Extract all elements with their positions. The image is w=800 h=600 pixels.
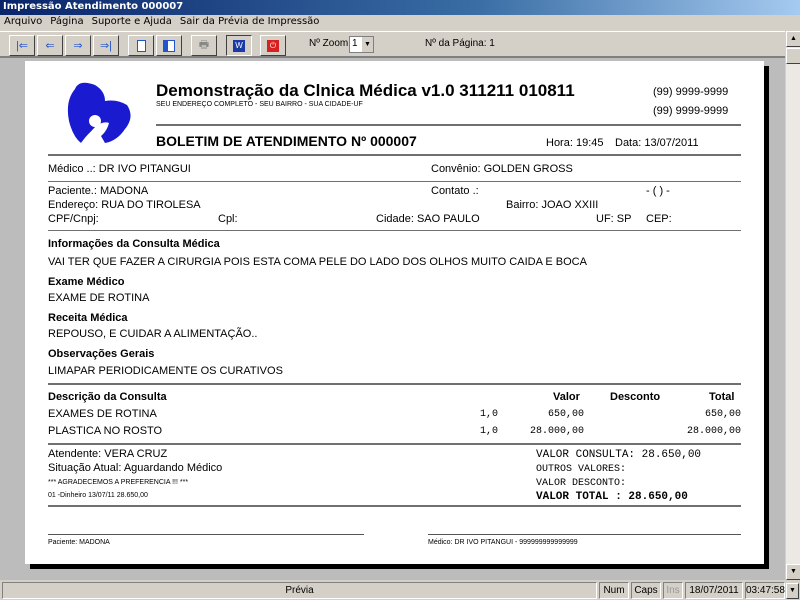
signature-medico: Médico: DR IVO PITANGUI - 99999999999999… [428, 539, 578, 546]
item-qty: 1,0 [480, 409, 499, 420]
hora: Hora: 19:45 [546, 137, 604, 149]
cep: CEP: [646, 213, 672, 225]
zoom-select[interactable]: 1 ▼ [349, 36, 374, 53]
pagamento: 01 -Dinheiro 13/07/11 28.650,00 [48, 492, 148, 499]
menu-sair[interactable]: Sair da Prévia de Impressão [176, 15, 324, 28]
contato-phone: - ( ) - [646, 185, 670, 197]
item-desc: PLASTICA NO ROSTO [48, 425, 163, 437]
item-desc: EXAMES DE ROTINA [48, 408, 157, 420]
single-page-button[interactable] [128, 35, 154, 56]
cpf: CPF/Cnpj: [48, 213, 99, 225]
status-bar: Prévia Num Caps Ins 18/07/2011 03:47:58 … [0, 580, 800, 600]
scroll-up-button[interactable]: ▲ [786, 31, 800, 47]
status-dropdown-button[interactable]: ▼ [786, 583, 799, 599]
data: Data: 13/07/2011 [615, 137, 699, 149]
bairro: Bairro: JOAO XXIII [506, 199, 599, 211]
page-icon [136, 39, 146, 52]
col-valor: Valor [553, 391, 580, 403]
menu-suporte[interactable]: Suporte e Ajuda [88, 15, 176, 28]
zoom-value: 1 [352, 38, 358, 49]
chevron-down-icon: ▼ [789, 587, 796, 594]
item-valor: 28.000,00 [529, 426, 584, 437]
prev-page-button[interactable]: ⇐ [37, 35, 63, 56]
col-desconto: Desconto [610, 391, 661, 403]
info-title: Informações da Consulta Médica [48, 238, 220, 250]
cidade: Cidade: SAO PAULO [376, 213, 480, 225]
vertical-scrollbar[interactable]: ▲ ▼ [785, 31, 800, 580]
close-preview-button[interactable]: ⏻ [260, 35, 286, 56]
last-page-icon: ⇒| [99, 40, 113, 52]
scroll-thumb[interactable] [786, 48, 800, 64]
arrow-up-icon: ▲ [790, 35, 797, 42]
status-caps: Caps [631, 582, 661, 599]
status-main: Prévia [2, 582, 597, 599]
uf: UF: SP [596, 213, 632, 225]
printer-icon: 🖶 [198, 39, 210, 51]
clinic-address: SEU ENDEREÇO COMPLETO - SEU BAIRRO - SUA… [156, 101, 363, 108]
clinic-logo-icon [67, 82, 131, 143]
chevron-down-icon: ▼ [362, 37, 373, 52]
item-valor: 650,00 [547, 409, 584, 420]
two-pages-button[interactable] [156, 35, 182, 56]
two-pages-icon [163, 39, 175, 52]
item-qty: 1,0 [480, 426, 499, 437]
zoom-label: Nº Zoom [309, 38, 349, 49]
arrow-right-icon: ⇒ [73, 40, 83, 52]
phone-1: (99) 9999-9999 [653, 86, 729, 98]
first-page-icon: |⇐ [15, 40, 29, 52]
next-page-button[interactable]: ⇒ [65, 35, 91, 56]
outros-valores: OUTROS VALORES: [536, 464, 627, 475]
status-date: 18/07/2011 [685, 582, 743, 599]
word-export-button[interactable]: W [226, 35, 252, 56]
phone-2: (99) 9999-9999 [653, 105, 729, 117]
endereco: Endereço: RUA DO TIROLESA [48, 199, 201, 211]
receita-title: Receita Médica [48, 312, 128, 324]
page-number: Nº da Página: 1 [425, 38, 495, 49]
last-page-button[interactable]: ⇒| [93, 35, 119, 56]
exame-text: EXAME DE ROTINA [48, 292, 150, 304]
medico: Médico ..: DR IVO PITANGUI [48, 163, 191, 175]
print-button[interactable]: 🖶 [191, 35, 217, 56]
menu-pagina[interactable]: Página [46, 15, 87, 28]
col-descricao: Descrição da Consulta [48, 391, 167, 403]
status-time: 03:47:58 [745, 582, 785, 599]
clinic-name: Demonstração da Clnica Médica v1.0 31121… [156, 81, 575, 100]
info-text: VAI TER QUE FAZER A CIRURGIA POIS ESTA C… [48, 256, 587, 268]
toolbar: |⇐ ⇐ ⇒ ⇒| 🖶 W ⏻ Nº Zoom 1 ▼ Nº da Página:… [0, 31, 785, 57]
agradecimento: *** AGRADECEMOS A PREFERENCIA !!! *** [48, 479, 189, 486]
status-ins: Ins [663, 582, 683, 599]
receita-text: REPOUSO, E CUIDAR A ALIMENTAÇÃO.. [48, 328, 258, 340]
arrow-left-icon: ⇐ [45, 40, 55, 52]
cpl: Cpl: [218, 213, 238, 225]
obs-title: Observações Gerais [48, 348, 155, 360]
word-icon: W [233, 39, 245, 52]
item-total: 28.000,00 [686, 426, 741, 437]
scroll-down-button[interactable]: ▼ [786, 564, 800, 580]
valor-total: VALOR TOTAL : 28.650,00 [536, 491, 688, 503]
report-page: Demonstração da Clnica Médica v1.0 31121… [25, 61, 764, 564]
situacao: Situação Atual: Aguardando Médico [48, 462, 223, 474]
arrow-down-icon: ▼ [790, 568, 797, 575]
col-total: Total [709, 391, 735, 403]
contato: Contato .: [431, 185, 479, 197]
valor-desconto: VALOR DESCONTO: [536, 478, 627, 489]
power-icon: ⏻ [267, 39, 279, 52]
obs-text: LIMAPAR PERIODICAMENTE OS CURATIVOS [48, 365, 283, 377]
item-total: 650,00 [704, 409, 741, 420]
menu-bar: Arquivo Página Suporte e Ajuda Sair da Prév… [0, 15, 800, 31]
menu-arquivo[interactable]: Arquivo [0, 15, 46, 28]
first-page-button[interactable]: |⇐ [9, 35, 35, 56]
atendente: Atendente: VERA CRUZ [48, 448, 168, 460]
status-num: Num [599, 582, 629, 599]
valor-consulta: VALOR CONSULTA: 28.650,00 [536, 449, 702, 461]
title-bar: Impressão Atendimento 000007 [0, 0, 800, 15]
convenio: Convênio: GOLDEN GROSS [431, 163, 573, 175]
document-title: BOLETIM DE ATENDIMENTO Nº 000007 [156, 133, 417, 149]
exame-title: Exame Médico [48, 276, 125, 288]
signature-paciente: Paciente: MADONA [48, 539, 110, 546]
paciente: Paciente.: MADONA [48, 185, 149, 197]
